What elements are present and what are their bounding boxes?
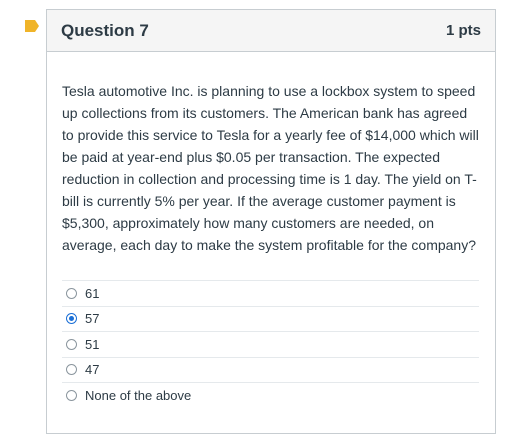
- radio-button[interactable]: [66, 287, 77, 299]
- radio-button[interactable]: [66, 364, 77, 376]
- question-points: 1 pts: [445, 22, 481, 39]
- answer-option-61[interactable]: 61: [62, 281, 479, 307]
- answer-option-none[interactable]: None of the above: [62, 383, 479, 409]
- radio-button[interactable]: [66, 338, 77, 350]
- answer-option-51[interactable]: 51: [62, 332, 479, 358]
- flag-icon[interactable]: [25, 20, 39, 32]
- answer-label: 61: [85, 285, 100, 301]
- question-text: Tesla automotive Inc. is planning to use…: [62, 83, 479, 253]
- answer-label: None of the above: [85, 388, 192, 404]
- question-card: Question 7 1 pts Tesla automotive Inc. i…: [46, 9, 496, 434]
- question-header: Question 7 1 pts: [47, 10, 495, 52]
- question-title: Question 7: [61, 20, 149, 40]
- answer-option-57[interactable]: 57: [62, 307, 479, 332]
- radio-button[interactable]: [66, 390, 77, 402]
- answer-label: 47: [85, 362, 100, 378]
- answer-option-47[interactable]: 47: [62, 358, 479, 383]
- answer-label: 57: [85, 311, 100, 327]
- answer-list: 61 57 51 47 None of the above: [62, 280, 479, 409]
- radio-button-selected[interactable]: [66, 313, 77, 325]
- question-body: Tesla automotive Inc. is planning to use…: [47, 52, 495, 409]
- answer-label: 51: [85, 336, 100, 352]
- quiz-page: Question 7 1 pts Tesla automotive Inc. i…: [0, 0, 530, 445]
